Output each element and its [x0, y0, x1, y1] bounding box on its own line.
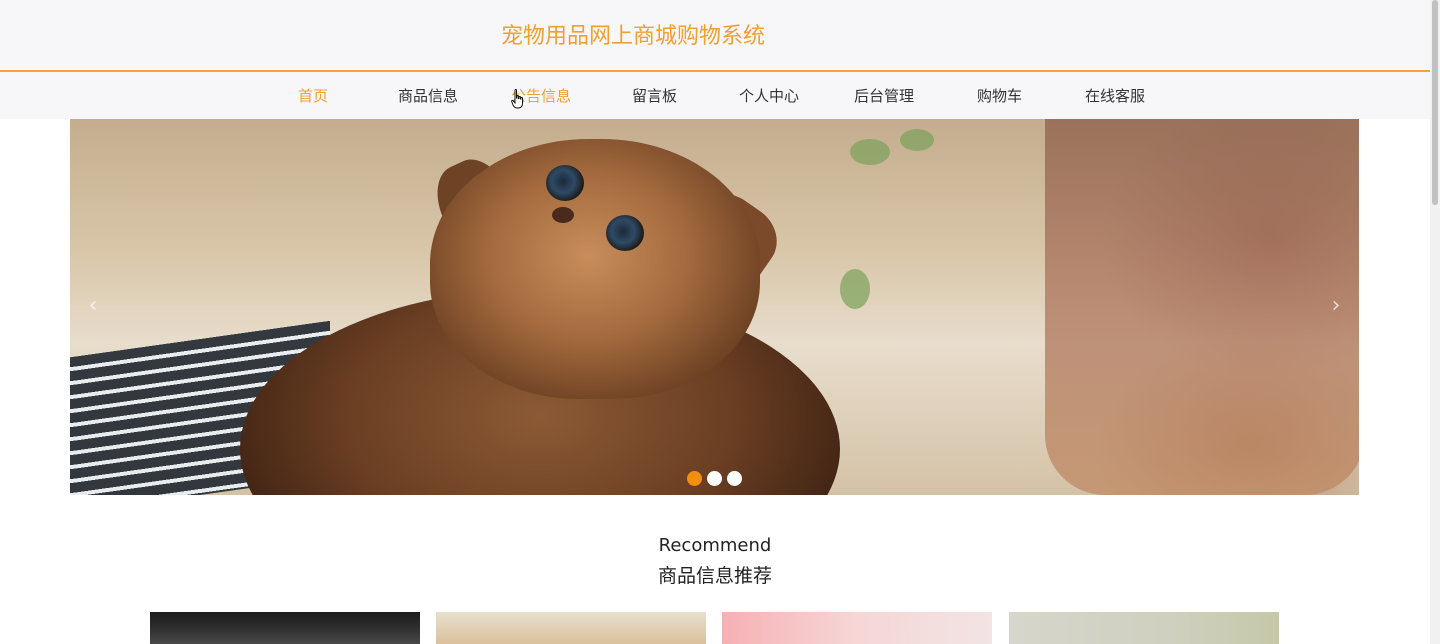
nav-item-home[interactable]: 首页 [298, 85, 328, 106]
vertical-scrollbar[interactable] [1430, 0, 1440, 644]
site-header: 宠物用品网上商城购物系统 [0, 0, 1430, 70]
banner-cat-eye [546, 165, 584, 201]
recommend-title-en: Recommend [658, 535, 772, 556]
carousel-dot[interactable] [707, 471, 722, 486]
banner-leaf [850, 139, 890, 165]
chevron-right-icon[interactable]: › [1321, 291, 1351, 321]
carousel-dot[interactable] [727, 471, 742, 486]
product-card[interactable] [722, 612, 992, 644]
nav-item-online-service[interactable]: 在线客服 [1085, 85, 1145, 106]
nav-item-products[interactable]: 商品信息 [398, 85, 458, 106]
banner-leaf [900, 129, 934, 151]
recommend-title-cn: 商品信息推荐 [657, 565, 772, 587]
carousel-dot[interactable] [687, 471, 702, 486]
main-nav: 首页 商品信息 公告信息 留言板 个人中心 后台管理 购物车 在线客服 [0, 72, 1430, 119]
banner-cat-eye [606, 215, 644, 251]
product-card[interactable] [150, 612, 420, 644]
nav-item-personal-center[interactable]: 个人中心 [739, 85, 799, 106]
site-title[interactable]: 宠物用品网上商城购物系统 [501, 18, 765, 50]
banner-cup-shape [1045, 119, 1359, 495]
chevron-left-icon[interactable]: ‹ [78, 291, 108, 321]
page: 宠物用品网上商城购物系统 首页 商品信息 公告信息 留言板 个人中心 后台管理 … [0, 0, 1440, 644]
product-card[interactable] [1009, 612, 1279, 644]
scrollbar-thumb[interactable] [1432, 0, 1438, 205]
banner-cat-head [430, 139, 760, 399]
product-card[interactable] [436, 612, 706, 644]
banner-leaf [840, 269, 870, 309]
hand-cursor-icon [511, 89, 523, 109]
nav-item-message-board[interactable]: 留言板 [632, 85, 677, 106]
nav-item-cart[interactable]: 购物车 [977, 85, 1022, 106]
nav-item-admin[interactable]: 后台管理 [854, 85, 914, 106]
banner-cat-nose [552, 207, 574, 223]
hero-banner[interactable]: ‹ › [70, 119, 1359, 495]
